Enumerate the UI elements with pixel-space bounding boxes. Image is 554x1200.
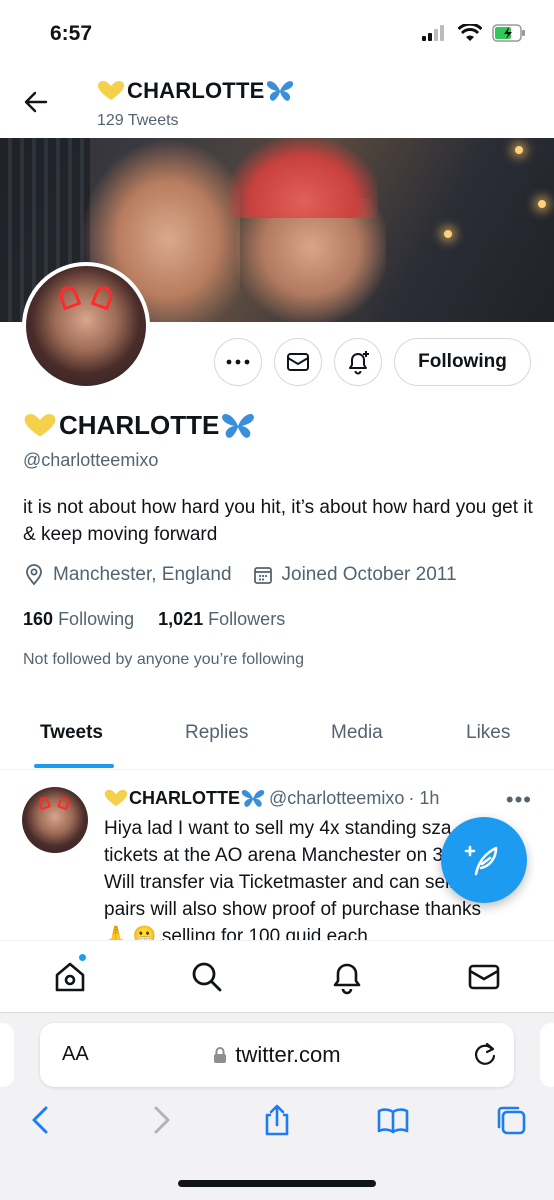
profile-bio: it is not about how hard you hit, it’s a… xyxy=(23,497,533,545)
profile-display-name: CHARLOTTE xyxy=(23,410,255,441)
joined-text: Joined October 2011 xyxy=(281,564,457,585)
calendar-icon xyxy=(253,567,272,584)
address-bar[interactable]: AA twitter.com xyxy=(40,1023,514,1087)
feather-plus-icon xyxy=(464,845,498,876)
back-arrow-icon[interactable] xyxy=(22,88,50,116)
wifi-icon xyxy=(458,24,482,41)
browser-forward-icon[interactable] xyxy=(144,1103,178,1137)
profile-meta: Manchester, England Joined October 2011 xyxy=(23,564,457,586)
yellow-heart-icon xyxy=(104,789,128,807)
yellow-heart-icon xyxy=(24,413,56,437)
not-followed-note: Not followed by anyone you’re following xyxy=(23,651,305,668)
url-display[interactable]: twitter.com xyxy=(40,1042,514,1068)
active-tab-indicator xyxy=(34,764,114,768)
tweet-author-name[interactable]: CHARLOTTE xyxy=(104,788,265,809)
tab-replies[interactable]: Replies xyxy=(185,722,248,744)
profile-tabs: Tweets Replies Media Likes xyxy=(0,700,554,770)
tweet-author-handle: @charlotteemixo xyxy=(269,788,405,808)
header-name-text: CHARLOTTE xyxy=(127,78,265,103)
profile-header-bar: CHARLOTTE 129 Tweets xyxy=(0,70,554,138)
next-tab-preview xyxy=(540,1023,554,1087)
more-dots-icon xyxy=(226,359,250,365)
tweet-count: 129 Tweets xyxy=(97,112,179,129)
tweet-text: Hiya lad I want to sell my 4x standing s… xyxy=(104,818,482,941)
notify-button[interactable] xyxy=(334,338,382,386)
bell-plus-icon xyxy=(349,351,369,375)
profile-handle: @charlotteemixo xyxy=(23,450,159,470)
profile-avatar[interactable] xyxy=(22,262,150,390)
butterfly-icon xyxy=(222,413,255,438)
tabs-overview-icon[interactable] xyxy=(494,1103,528,1137)
home-indicator xyxy=(178,1180,376,1187)
browser-back-icon[interactable] xyxy=(24,1103,58,1137)
more-options-button[interactable] xyxy=(214,338,262,386)
bottom-navigation xyxy=(0,940,554,1012)
status-time: 6:57 xyxy=(50,22,93,45)
followers-count-link[interactable]: 1,021 Followers xyxy=(158,609,285,630)
compose-tweet-button[interactable] xyxy=(441,817,527,903)
previous-tab-preview xyxy=(0,1023,14,1087)
signal-icon xyxy=(422,25,444,41)
tweet-time: · 1h xyxy=(408,788,440,808)
bookmarks-book-icon[interactable] xyxy=(376,1103,410,1137)
envelope-icon xyxy=(287,353,309,371)
url-text: twitter.com xyxy=(235,1042,341,1067)
tweet-more-icon[interactable]: ••• xyxy=(506,787,532,813)
followers-label: Followers xyxy=(208,609,286,629)
search-icon[interactable] xyxy=(189,959,225,995)
message-button[interactable] xyxy=(274,338,322,386)
tab-tweets[interactable]: Tweets xyxy=(40,722,103,744)
lock-icon xyxy=(214,1047,227,1063)
header-display-name: CHARLOTTE xyxy=(97,78,294,104)
tab-likes[interactable]: Likes xyxy=(466,722,510,744)
butterfly-icon xyxy=(267,81,294,101)
butterfly-icon xyxy=(241,789,265,807)
followers-count: 1,021 xyxy=(158,609,204,629)
profile-name-text: CHARLOTTE xyxy=(59,410,220,440)
share-icon[interactable] xyxy=(260,1103,294,1137)
following-button[interactable]: Following xyxy=(394,338,531,386)
following-label: Following xyxy=(58,609,135,629)
status-icons xyxy=(422,24,526,42)
tweet-author-text: CHARLOTTE xyxy=(129,788,240,808)
battery-icon xyxy=(492,24,525,42)
notifications-bell-icon[interactable] xyxy=(329,959,365,995)
location-pin-icon xyxy=(26,564,42,586)
following-count: 160 xyxy=(23,609,54,629)
tweet-header: CHARLOTTE @charlotteemixo · 1h xyxy=(104,788,439,809)
home-icon[interactable] xyxy=(52,959,88,995)
following-count-link[interactable]: 160 Following xyxy=(23,609,134,630)
tweet-avatar[interactable] xyxy=(22,787,88,853)
tab-media[interactable]: Media xyxy=(331,722,383,744)
status-bar: 6:57 xyxy=(0,0,554,70)
location-text: Manchester, England xyxy=(53,564,232,585)
messages-envelope-icon[interactable] xyxy=(466,959,502,995)
home-notification-dot xyxy=(78,953,87,962)
browser-toolbar: AA twitter.com xyxy=(0,1012,554,1200)
yellow-heart-icon xyxy=(98,81,124,100)
follow-counts: 160 Following 1,021 Followers xyxy=(23,609,285,630)
reload-icon[interactable] xyxy=(472,1041,498,1067)
